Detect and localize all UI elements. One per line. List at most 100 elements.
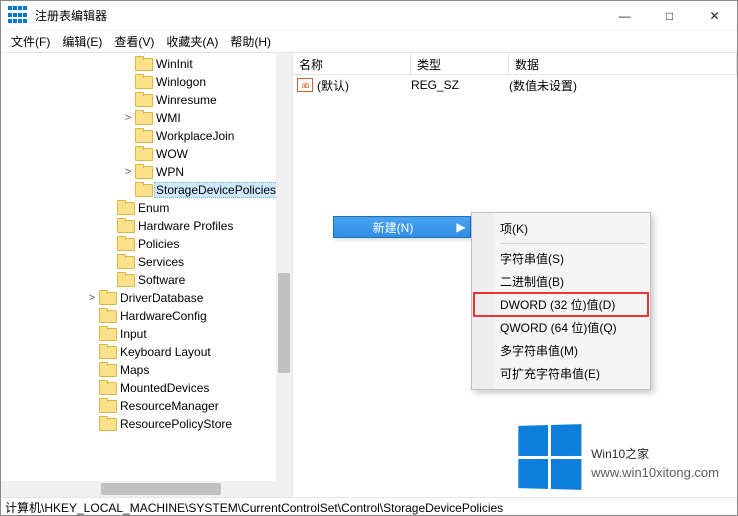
tree-item[interactable]: > WMI bbox=[1, 109, 292, 127]
submenu-item-dword[interactable]: DWORD (32 位)值(D) bbox=[474, 293, 648, 316]
folder-icon bbox=[99, 345, 115, 359]
folder-icon bbox=[99, 399, 115, 413]
menu-favorites[interactable]: 收藏夹(A) bbox=[160, 31, 224, 52]
menu-help[interactable]: 帮助(H) bbox=[224, 31, 277, 52]
menu-view[interactable]: 查看(V) bbox=[108, 31, 160, 52]
minimize-button[interactable]: — bbox=[602, 1, 647, 31]
submenu-item-binary[interactable]: 二进制值(B) bbox=[474, 270, 648, 293]
cell-name: (默认) bbox=[317, 77, 411, 94]
list-row-default[interactable]: ab (默认) REG_SZ (数值未设置) bbox=[293, 75, 737, 95]
tree-item[interactable]: Maps bbox=[1, 361, 292, 379]
tree-item[interactable]: > DriverDatabase bbox=[1, 289, 292, 307]
submenu-item-multistring[interactable]: 多字符串值(M) bbox=[474, 339, 648, 362]
watermark: Win10之家 www.win10xitong.com bbox=[517, 425, 719, 489]
context-submenu-new: 项(K) 字符串值(S) 二进制值(B) DWORD (32 位)值(D) QW… bbox=[471, 212, 651, 390]
statusbar: 计算机\HKEY_LOCAL_MACHINE\SYSTEM\CurrentCon… bbox=[1, 497, 737, 515]
folder-icon bbox=[135, 93, 151, 107]
tree-item[interactable]: MountedDevices bbox=[1, 379, 292, 397]
submenu-separator bbox=[500, 243, 646, 244]
tree-item-label: Enum bbox=[136, 201, 171, 215]
tree-item-label: Winresume bbox=[154, 93, 219, 107]
cell-type: REG_SZ bbox=[411, 78, 509, 92]
tree-item-label: MountedDevices bbox=[118, 381, 211, 395]
cell-data: (数值未设置) bbox=[509, 77, 737, 94]
context-menu-new[interactable]: 新建(N) ▶ bbox=[333, 216, 471, 238]
tree-item-label: Maps bbox=[118, 363, 151, 377]
submenu-item-qword[interactable]: QWORD (64 位)值(Q) bbox=[474, 316, 648, 339]
regedit-icon bbox=[7, 6, 27, 26]
menu-file[interactable]: 文件(F) bbox=[5, 31, 56, 52]
context-new-label: 新建(N) bbox=[334, 219, 452, 236]
tree-item[interactable]: Enum bbox=[1, 199, 292, 217]
close-button[interactable]: ✕ bbox=[692, 1, 737, 31]
folder-icon bbox=[135, 183, 151, 197]
tree-item[interactable]: Software bbox=[1, 271, 292, 289]
tree-item[interactable]: Input bbox=[1, 325, 292, 343]
tree-item-label: Services bbox=[136, 255, 186, 269]
tree-item[interactable]: ResourceManager bbox=[1, 397, 292, 415]
folder-icon bbox=[99, 417, 115, 431]
folder-icon bbox=[117, 273, 133, 287]
tree-item[interactable]: WOW bbox=[1, 145, 292, 163]
maximize-button[interactable]: □ bbox=[647, 1, 692, 31]
tree-item[interactable]: WorkplaceJoin bbox=[1, 127, 292, 145]
tree-item-label: Software bbox=[136, 273, 187, 287]
tree-item-label: Hardware Profiles bbox=[136, 219, 235, 233]
tree-item[interactable]: WinInit bbox=[1, 55, 292, 73]
folder-icon bbox=[117, 201, 133, 215]
tree-item[interactable]: HardwareConfig bbox=[1, 307, 292, 325]
tree-item-label: StorageDevicePolicies bbox=[154, 182, 278, 198]
menu-edit[interactable]: 编辑(E) bbox=[56, 31, 108, 52]
tree-item[interactable]: Hardware Profiles bbox=[1, 217, 292, 235]
tree-expander-icon[interactable]: > bbox=[85, 292, 99, 304]
submenu-item-string[interactable]: 字符串值(S) bbox=[474, 247, 648, 270]
folder-icon bbox=[135, 57, 151, 71]
tree-vertical-scrollbar[interactable] bbox=[276, 53, 292, 497]
folder-icon bbox=[99, 327, 115, 341]
submenu-item-expandstring[interactable]: 可扩充字符串值(E) bbox=[474, 362, 648, 385]
submenu-arrow-icon: ▶ bbox=[452, 220, 470, 234]
tree-item[interactable]: Keyboard Layout bbox=[1, 343, 292, 361]
tree-item-label: Keyboard Layout bbox=[118, 345, 213, 359]
watermark-brand: Win10之家 bbox=[591, 434, 719, 465]
folder-icon bbox=[99, 363, 115, 377]
tree-pane: WinInitWinlogon Winresume > WMI WorkplaceJoi… bbox=[1, 53, 293, 497]
col-header-name[interactable]: 名称 bbox=[293, 53, 411, 74]
col-header-data[interactable]: 数据 bbox=[509, 53, 737, 74]
tree-item-label: ResourceManager bbox=[118, 399, 221, 413]
tree-item[interactable]: Winresume bbox=[1, 91, 292, 109]
tree-item-label: WPN bbox=[154, 165, 186, 179]
tree-item[interactable]: Services bbox=[1, 253, 292, 271]
folder-icon bbox=[135, 165, 151, 179]
windows-logo-icon bbox=[518, 424, 581, 490]
folder-icon bbox=[135, 111, 151, 125]
tree-expander-icon[interactable]: > bbox=[121, 166, 135, 178]
tree-item[interactable]: ResourcePolicyStore bbox=[1, 415, 292, 433]
submenu-item-key[interactable]: 项(K) bbox=[474, 217, 648, 240]
tree-item-label: ResourcePolicyStore bbox=[118, 417, 234, 431]
col-header-type[interactable]: 类型 bbox=[411, 53, 509, 74]
tree-item-label: HardwareConfig bbox=[118, 309, 209, 323]
folder-icon bbox=[99, 309, 115, 323]
tree-item[interactable]: > WPN bbox=[1, 163, 292, 181]
tree-horizontal-scrollbar[interactable] bbox=[1, 481, 276, 497]
tree-item[interactable]: Winlogon bbox=[1, 73, 292, 91]
folder-icon bbox=[135, 129, 151, 143]
titlebar: 注册表编辑器 — □ ✕ bbox=[1, 1, 737, 31]
watermark-url: www.win10xitong.com bbox=[591, 465, 719, 480]
folder-icon bbox=[135, 75, 151, 89]
tree-item[interactable]: Policies bbox=[1, 235, 292, 253]
tree-item-label: DriverDatabase bbox=[118, 291, 205, 305]
tree-item[interactable]: StorageDevicePolicies bbox=[1, 181, 292, 199]
folder-icon bbox=[99, 291, 115, 305]
folder-icon bbox=[135, 147, 151, 161]
tree-item-label: WOW bbox=[154, 147, 190, 161]
tree-item-label: Input bbox=[118, 327, 149, 341]
menubar: 文件(F) 编辑(E) 查看(V) 收藏夹(A) 帮助(H) bbox=[1, 31, 737, 53]
tree-item-label: WMI bbox=[154, 111, 183, 125]
tree-expander-icon[interactable]: > bbox=[121, 112, 135, 124]
list-header: 名称 类型 数据 bbox=[293, 53, 737, 75]
folder-icon bbox=[117, 219, 133, 233]
folder-icon bbox=[117, 237, 133, 251]
folder-icon bbox=[117, 255, 133, 269]
